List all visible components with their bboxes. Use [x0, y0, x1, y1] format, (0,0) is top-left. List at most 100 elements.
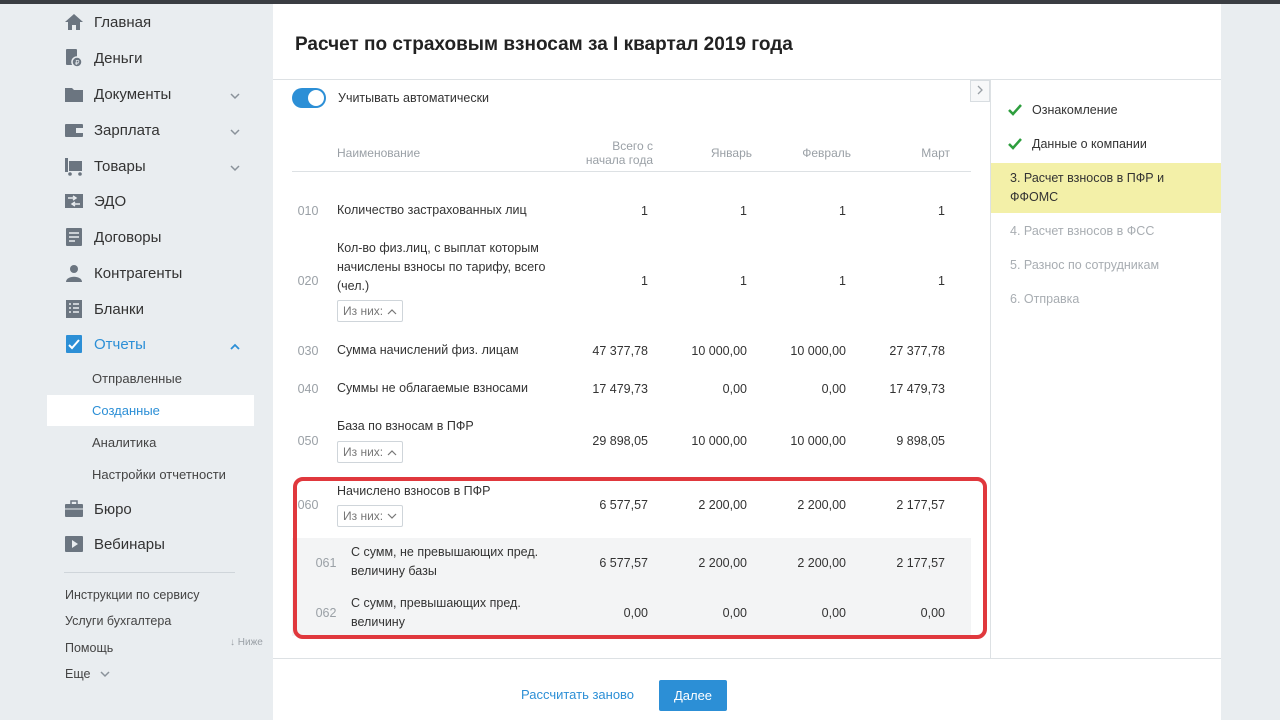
cell-total: 1: [641, 274, 648, 288]
below-hint-label: Ниже: [237, 637, 263, 648]
cell-mar: 27 377,78: [889, 344, 945, 358]
check-icon: [1008, 137, 1022, 156]
cell-feb: 0,00: [821, 382, 846, 396]
toggle-knob: [308, 90, 324, 106]
report-icon: [64, 334, 84, 354]
col-header-feb: Февраль: [802, 146, 851, 160]
right-backdrop: [1221, 4, 1280, 720]
step-send[interactable]: 6. Отправка: [991, 290, 1221, 309]
cell-jan: 0,00: [722, 382, 747, 396]
cell-jan: 10 000,00: [691, 434, 747, 448]
row-code: 030: [297, 344, 319, 358]
step-intro[interactable]: Ознакомление: [991, 101, 1221, 120]
link-instructions[interactable]: Инструкции по сервису: [65, 588, 199, 602]
row-code: 020: [297, 274, 319, 288]
webinar-icon: [64, 534, 84, 554]
briefcase-icon: [64, 499, 84, 519]
auto-toggle-label: Учитывать автоматически: [338, 91, 490, 105]
step-company-data[interactable]: Данные о компании: [991, 135, 1221, 154]
cell-mar: 1: [938, 204, 945, 218]
iz-nih-dropdown[interactable]: Из них:: [337, 300, 403, 322]
sidebar-item-label: Товары: [94, 157, 146, 175]
chevron-up-icon: [230, 337, 240, 354]
sidebar-sub-settings[interactable]: Настройки отчетности: [47, 459, 254, 490]
collapse-steps-button[interactable]: [970, 80, 990, 102]
cell-mar: 17 479,73: [889, 382, 945, 396]
row-name: База по взносам в ПФР: [337, 419, 474, 433]
col-header-name: Наименование: [337, 146, 421, 160]
sidebar-item-goods[interactable]: Товары: [64, 151, 254, 181]
home-icon: [64, 12, 84, 32]
row-name: Суммы не облагаемые взносами: [337, 381, 528, 395]
contract-icon: [64, 227, 84, 247]
sidebar-sub-created[interactable]: Созданные: [47, 395, 254, 426]
row-name: Кол-во физ.лиц, с выплат которым начисле…: [337, 241, 546, 293]
row-code: 010: [297, 204, 319, 218]
header-divider: [292, 171, 971, 172]
link-more-label: Еще: [65, 667, 91, 681]
highlight-annotation: [293, 477, 987, 639]
sidebar-item-contracts[interactable]: Договоры: [64, 222, 254, 252]
folder-icon: [64, 84, 84, 104]
sidebar-item-documents[interactable]: Документы: [64, 79, 254, 109]
cart-icon: [64, 156, 84, 176]
sidebar-divider: [64, 572, 235, 573]
sidebar-item-label: Бюро: [94, 500, 132, 518]
row-code: 050: [297, 434, 319, 448]
col-header-total-line2: начала года: [585, 153, 653, 167]
col-header-mar: Март: [921, 146, 950, 160]
step-label: Данные о компании: [1032, 137, 1147, 151]
step-label: Ознакомление: [1032, 103, 1118, 117]
auto-toggle[interactable]: [292, 88, 326, 108]
sidebar-item-label: Договоры: [94, 228, 162, 246]
step-employees[interactable]: 5. Разнос по сотрудникам: [991, 256, 1221, 275]
sidebar-item-label: Зарплата: [94, 121, 160, 139]
link-help[interactable]: Помощь: [65, 641, 113, 655]
chevron-down-icon: [230, 123, 240, 140]
sidebar-item-money[interactable]: ₽ Деньги: [64, 43, 254, 73]
svg-text:₽: ₽: [75, 59, 80, 67]
cell-feb: 1: [839, 274, 846, 288]
sidebar: Главная ₽ Деньги Документы Зарплата Това…: [0, 4, 272, 720]
cell-total: 47 377,78: [592, 344, 648, 358]
sidebar-item-counterparties[interactable]: Контрагенты: [64, 258, 254, 288]
sidebar-item-forms[interactable]: Бланки: [64, 294, 254, 324]
link-accountant-services[interactable]: Услуги бухгалтера: [65, 614, 171, 628]
next-button[interactable]: Далее: [659, 680, 727, 711]
sidebar-sub-analytics[interactable]: Аналитика: [47, 427, 254, 458]
step-fss-calc[interactable]: 4. Расчет взносов в ФСС: [991, 222, 1221, 241]
sidebar-item-bureau[interactable]: Бюро: [64, 494, 254, 524]
chevron-up-icon: [387, 308, 397, 315]
sidebar-item-label: Отчеты: [94, 335, 146, 353]
col-header-jan: Январь: [710, 146, 752, 160]
link-more[interactable]: Еще: [65, 667, 110, 681]
cell-jan: 10 000,00: [691, 344, 747, 358]
cell-total: 1: [641, 204, 648, 218]
footer-divider: [273, 658, 1221, 659]
recalculate-button[interactable]: Рассчитать заново: [521, 687, 634, 702]
cell-mar: 1: [938, 274, 945, 288]
row-name: Сумма начислений физ. лицам: [337, 343, 519, 357]
sidebar-item-webinars[interactable]: Вебинары: [64, 529, 254, 559]
step-pfr-calc[interactable]: 3. Расчет взносов в ПФР и ФФОМС: [991, 163, 1221, 213]
sidebar-item-label: ЭДО: [94, 192, 127, 210]
sidebar-item-label: Главная: [94, 13, 152, 31]
report-card: Расчет по страховым взносам за I квартал…: [273, 4, 1221, 720]
chevron-down-icon: [230, 159, 240, 176]
sidebar-item-reports[interactable]: Отчеты: [64, 329, 254, 359]
forms-icon: [64, 299, 84, 319]
col-header-total: Всего с начала года: [553, 139, 653, 167]
sidebar-item-label: Деньги: [94, 49, 143, 67]
iz-nih-label: Из них:: [343, 304, 384, 318]
wallet-icon: [64, 120, 84, 140]
iz-nih-dropdown[interactable]: Из них:: [337, 441, 403, 463]
money-icon: ₽: [64, 48, 84, 68]
sidebar-item-salary[interactable]: Зарплата: [64, 115, 254, 145]
iz-nih-label: Из них:: [343, 445, 384, 459]
cell-total: 17 479,73: [592, 382, 648, 396]
scroll-below-hint[interactable]: ↓ Ниже: [230, 637, 263, 648]
sidebar-sub-sent[interactable]: Отправленные: [47, 363, 254, 394]
cell-feb: 10 000,00: [790, 344, 846, 358]
sidebar-item-home[interactable]: Главная: [64, 7, 254, 37]
sidebar-item-edo[interactable]: ЭДО: [64, 186, 254, 216]
